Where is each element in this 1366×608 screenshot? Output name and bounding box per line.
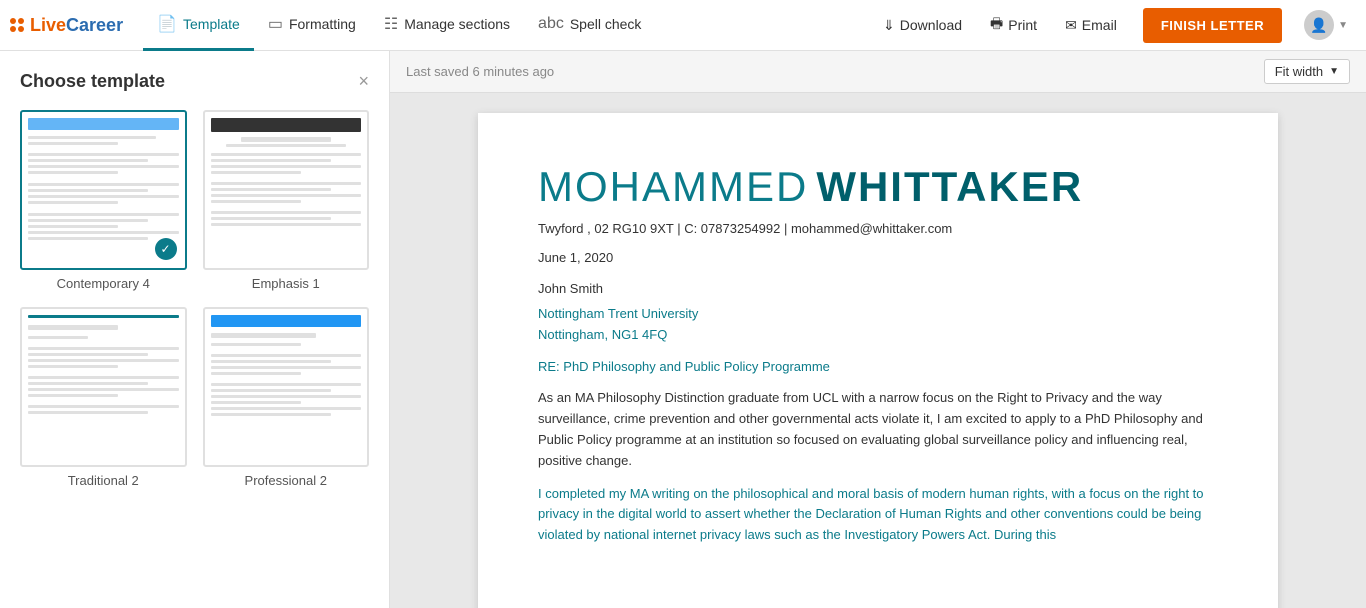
doc-recipient-org: Nottingham Trent University	[538, 304, 1218, 325]
sections-icon: ☷	[384, 14, 398, 34]
doc-firstname: MOHAMMED	[538, 163, 808, 211]
doc-re-line: RE: PhD Philosophy and Public Policy Pro…	[538, 359, 1218, 374]
template-name-emphasis1: Emphasis 1	[203, 276, 370, 291]
logo-dots	[10, 18, 24, 32]
logo-dot-1	[10, 18, 16, 24]
email-icon: ✉	[1065, 17, 1077, 34]
template-thumb-professional2[interactable]	[203, 307, 370, 467]
logo-text: LiveCareer	[30, 15, 123, 36]
main: Choose template ×	[0, 51, 1366, 608]
avatar-chevron-icon: ▼	[1338, 20, 1348, 31]
template-name-traditional2: Traditional 2	[20, 473, 187, 488]
doc-name-line: MOHAMMED WHITTAKER	[538, 163, 1218, 211]
formatting-icon: ▭	[268, 14, 283, 34]
navbar: LiveCareer 📄 Template ▭ Formatting ☷ Man…	[0, 0, 1366, 51]
close-panel-button[interactable]: ×	[358, 71, 369, 92]
doc-contact: Twyford , 02 RG10 9XT | C: 07873254992 |…	[538, 221, 1218, 236]
logo-dot-3	[10, 26, 16, 32]
template-thumb-contemporary4[interactable]: ✓	[20, 110, 187, 270]
download-action[interactable]: ⇓ Download	[871, 0, 974, 51]
spell-check-label: Spell check	[570, 16, 642, 32]
doc-lastname: WHITTAKER	[816, 163, 1083, 211]
logo-dot-2	[18, 18, 24, 24]
nav-formatting[interactable]: ▭ Formatting	[254, 0, 370, 51]
template-label: Template	[183, 16, 240, 32]
manage-sections-label: Manage sections	[404, 16, 510, 32]
template-name-professional2: Professional 2	[203, 473, 370, 488]
selected-check-icon: ✓	[155, 238, 177, 260]
logo-dot-4	[18, 26, 24, 32]
panel-title: Choose template	[20, 71, 165, 92]
download-label: Download	[900, 17, 962, 33]
template-card-professional2[interactable]: Professional 2	[203, 307, 370, 488]
template-card-emphasis1[interactable]: Emphasis 1	[203, 110, 370, 291]
fit-width-label: Fit width	[1275, 64, 1323, 79]
document-page: MOHAMMED WHITTAKER Twyford , 02 RG10 9XT…	[478, 113, 1278, 608]
print-action[interactable]: 🖶 Print	[978, 0, 1049, 51]
template-panel: Choose template ×	[0, 51, 390, 608]
nav-spell-check[interactable]: abc Spell check	[524, 0, 655, 51]
print-icon: 🖶	[990, 13, 1003, 37]
panel-header: Choose template ×	[20, 71, 369, 92]
content-area: Last saved 6 minutes ago Fit width ▼ MOH…	[390, 51, 1366, 608]
doc-recipient-name: John Smith	[538, 279, 1218, 300]
doc-date: June 1, 2020	[538, 250, 1218, 265]
email-label: Email	[1082, 17, 1117, 33]
nav-template[interactable]: 📄 Template	[143, 0, 254, 51]
content-toolbar: Last saved 6 minutes ago Fit width ▼	[390, 51, 1366, 93]
spellcheck-icon: abc	[538, 15, 564, 33]
nav-right: ⇓ Download 🖶 Print ✉ Email FINISH LETTER…	[871, 0, 1356, 51]
template-thumb-traditional2[interactable]	[20, 307, 187, 467]
template-icon: 📄	[157, 14, 177, 34]
doc-wrapper: MOHAMMED WHITTAKER Twyford , 02 RG10 9XT…	[390, 93, 1366, 608]
download-icon: ⇓	[883, 17, 895, 34]
logo[interactable]: LiveCareer	[10, 15, 123, 36]
template-name-contemporary4: Contemporary 4	[20, 276, 187, 291]
fit-width-dropdown[interactable]: Fit width ▼	[1264, 59, 1350, 84]
avatar: 👤	[1304, 10, 1334, 40]
nav-items: 📄 Template ▭ Formatting ☷ Manage section…	[143, 0, 871, 51]
formatting-label: Formatting	[289, 16, 356, 32]
doc-body-paragraph1: As an MA Philosophy Distinction graduate…	[538, 388, 1218, 471]
fit-width-chevron-icon: ▼	[1329, 66, 1339, 77]
email-action[interactable]: ✉ Email	[1053, 0, 1129, 51]
avatar-button[interactable]: 👤 ▼	[1296, 10, 1356, 40]
print-label: Print	[1008, 17, 1037, 33]
finish-letter-button[interactable]: FINISH LETTER	[1143, 8, 1282, 43]
template-card-contemporary4[interactable]: ✓ Contemporary 4	[20, 110, 187, 291]
doc-body-paragraph2: I completed my MA writing on the philoso…	[538, 484, 1218, 546]
nav-manage-sections[interactable]: ☷ Manage sections	[370, 0, 524, 51]
doc-recipient-address: Nottingham, NG1 4FQ	[538, 325, 1218, 346]
template-grid: ✓ Contemporary 4	[20, 110, 369, 488]
last-saved-text: Last saved 6 minutes ago	[406, 64, 554, 79]
template-thumb-emphasis1[interactable]	[203, 110, 370, 270]
template-card-traditional2[interactable]: Traditional 2	[20, 307, 187, 488]
